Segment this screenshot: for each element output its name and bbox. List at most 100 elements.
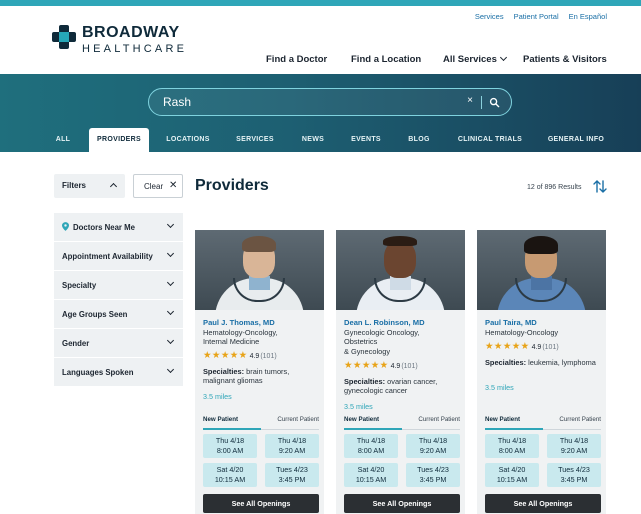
provider-name[interactable]: Dean L. Robinson, MD: [344, 318, 425, 327]
see-all-openings-button[interactable]: See All Openings: [344, 494, 460, 513]
slot-time: 3:45 PM: [560, 475, 588, 484]
chevron-down-icon: [166, 249, 175, 258]
slot-date: Thu 4/18: [356, 436, 386, 445]
sort-icon[interactable]: [593, 180, 607, 193]
nav-find-location[interactable]: Find a Location: [351, 54, 421, 65]
tab-new-patient[interactable]: New Patient: [203, 416, 238, 423]
appointment-slot[interactable]: Sat 4/20 10:15 AM: [485, 463, 539, 487]
rating-value: 4.9: [531, 344, 542, 351]
util-link-patient-portal[interactable]: Patient Portal: [514, 12, 559, 21]
appointment-slot[interactable]: Thu 4/18 8:00 AM: [203, 434, 257, 458]
specialties-label: Specialties:: [485, 358, 527, 367]
provider-card: Paul J. Thomas, MD Hematology-Oncology, …: [195, 230, 324, 514]
slot-date: Thu 4/18: [497, 436, 527, 445]
site-header: BROADWAY HEALTHCARE Services Patient Por…: [0, 6, 641, 74]
provider-name[interactable]: Paul Taira, MD: [485, 318, 537, 327]
tab-services[interactable]: SERVICES: [230, 128, 280, 152]
filter-label: Gender: [62, 339, 90, 348]
active-tab-indicator: [203, 428, 261, 430]
slot-time: 8:00 AM: [357, 446, 385, 455]
tab-all[interactable]: ALL: [48, 128, 78, 152]
specialty-line: & Gynecology: [344, 346, 391, 356]
provider-photo: [477, 230, 606, 310]
specialty-line: Gynecologic Oncology,: [344, 328, 420, 337]
nav-find-doctor[interactable]: Find a Doctor: [266, 54, 327, 65]
provider-distance: 3.5 miles: [203, 392, 232, 401]
tab-current-patient[interactable]: Current Patient: [418, 416, 460, 423]
util-link-services[interactable]: Services: [475, 12, 504, 21]
tab-events[interactable]: EVENTS: [345, 128, 387, 152]
search-icon[interactable]: [489, 97, 500, 108]
provider-card: Dean L. Robinson, MD Gynecologic Oncolog…: [336, 230, 465, 514]
filter-label: Specialty: [62, 281, 97, 290]
appointment-slot[interactable]: Thu 4/18 8:00 AM: [485, 434, 539, 458]
appointment-slot[interactable]: Sat 4/20 10:15 AM: [344, 463, 398, 487]
clear-search-icon[interactable]: ×: [467, 95, 473, 106]
slot-time: 9:20 AM: [278, 446, 306, 455]
nav-all-services[interactable]: All Services: [443, 53, 507, 65]
specialties-text: leukemia, lymphoma: [528, 358, 596, 367]
provider-name[interactable]: Paul J. Thomas, MD: [203, 318, 275, 327]
patient-type-tabs: New Patient Current Patient: [485, 416, 601, 430]
slot-time: 9:20 AM: [560, 446, 588, 455]
filter-gender[interactable]: Gender: [54, 329, 183, 358]
specialties-label: Specialties:: [344, 377, 386, 386]
appointment-slot[interactable]: Tues 4/23 3:45 PM: [406, 463, 460, 487]
search-tabs: ALL PROVIDERS LOCATIONS SERVICES NEWS EV…: [0, 128, 641, 152]
tab-current-patient[interactable]: Current Patient: [277, 416, 319, 423]
specialty-line: Internal Medicine: [203, 337, 260, 347]
search-input[interactable]: [163, 93, 443, 111]
filters-toggle[interactable]: Filters: [54, 174, 125, 198]
filter-age-groups[interactable]: Age Groups Seen: [54, 300, 183, 329]
tab-blog[interactable]: BLOG: [402, 128, 436, 152]
tab-providers[interactable]: PROVIDERS: [89, 128, 149, 152]
chevron-down-icon: [166, 336, 175, 345]
slot-date: Sat 4/20: [216, 465, 244, 474]
util-link-espanol[interactable]: En Español: [569, 12, 607, 21]
filter-appointment-availability[interactable]: Appointment Availability: [54, 242, 183, 271]
star-rating: ★★★★★ 4.9(101): [203, 350, 277, 361]
review-count: (101): [260, 353, 277, 360]
search-band: × ALL PROVIDERS LOCATIONS SERVICES NEWS …: [0, 74, 641, 152]
appointment-slot[interactable]: Sat 4/20 10:15 AM: [203, 463, 257, 487]
provider-distance: 3.5 miles: [485, 383, 514, 392]
tab-new-patient[interactable]: New Patient: [344, 416, 379, 423]
chevron-down-icon: [499, 53, 507, 62]
logo-name: BROADWAY: [82, 24, 180, 41]
filter-doctors-near-me[interactable]: Doctors Near Me: [54, 213, 183, 242]
chevron-down-icon: [166, 307, 175, 316]
specialty-line: Hematology-Oncology,: [203, 328, 278, 337]
provider-specialties: Specialties: brain tumors, malignant gli…: [203, 367, 319, 386]
provider-specialty: Gynecologic Oncology, Obstetrics & Gynec…: [344, 328, 462, 356]
star-icons: ★★★★★: [203, 350, 248, 361]
page-title: Providers: [195, 177, 269, 194]
broadway-logo[interactable]: BROADWAY HEALTHCARE: [52, 21, 192, 61]
tab-general-info[interactable]: GENERAL INFO: [544, 128, 608, 152]
appointment-slot[interactable]: Thu 4/18 8:00 AM: [344, 434, 398, 458]
utility-links: Services Patient Portal En Español: [475, 12, 607, 21]
tab-current-patient[interactable]: Current Patient: [559, 416, 601, 423]
filter-languages[interactable]: Languages Spoken: [54, 358, 183, 387]
slot-time: 3:45 PM: [278, 475, 306, 484]
appointment-slot[interactable]: Thu 4/18 9:20 AM: [265, 434, 319, 458]
active-tab-indicator: [485, 428, 543, 430]
tab-clinical-trials[interactable]: CLINICAL TRIALS: [452, 128, 528, 152]
tab-news[interactable]: NEWS: [296, 128, 330, 152]
tab-locations[interactable]: LOCATIONS: [162, 128, 214, 152]
see-all-openings-button[interactable]: See All Openings: [485, 494, 601, 513]
search-divider: [481, 96, 482, 109]
appointment-slot[interactable]: Tues 4/23 3:45 PM: [547, 463, 601, 487]
appointment-slot[interactable]: Thu 4/18 9:20 AM: [406, 434, 460, 458]
patient-type-tabs: New Patient Current Patient: [203, 416, 319, 430]
appointment-slot[interactable]: Thu 4/18 9:20 AM: [547, 434, 601, 458]
nav-patients-visitors[interactable]: Patients & Visitors: [523, 54, 607, 65]
clear-filters-button[interactable]: Clear ✕: [133, 174, 183, 198]
filter-list: Doctors Near Me Appointment Availability…: [54, 213, 183, 387]
appointment-slot[interactable]: Tues 4/23 3:45 PM: [265, 463, 319, 487]
active-tab-indicator: [344, 428, 402, 430]
filter-specialty[interactable]: Specialty: [54, 271, 183, 300]
slot-time: 10:15 AM: [355, 475, 387, 484]
medical-cross-icon: [52, 25, 76, 49]
tab-new-patient[interactable]: New Patient: [485, 416, 520, 423]
see-all-openings-button[interactable]: See All Openings: [203, 494, 319, 513]
